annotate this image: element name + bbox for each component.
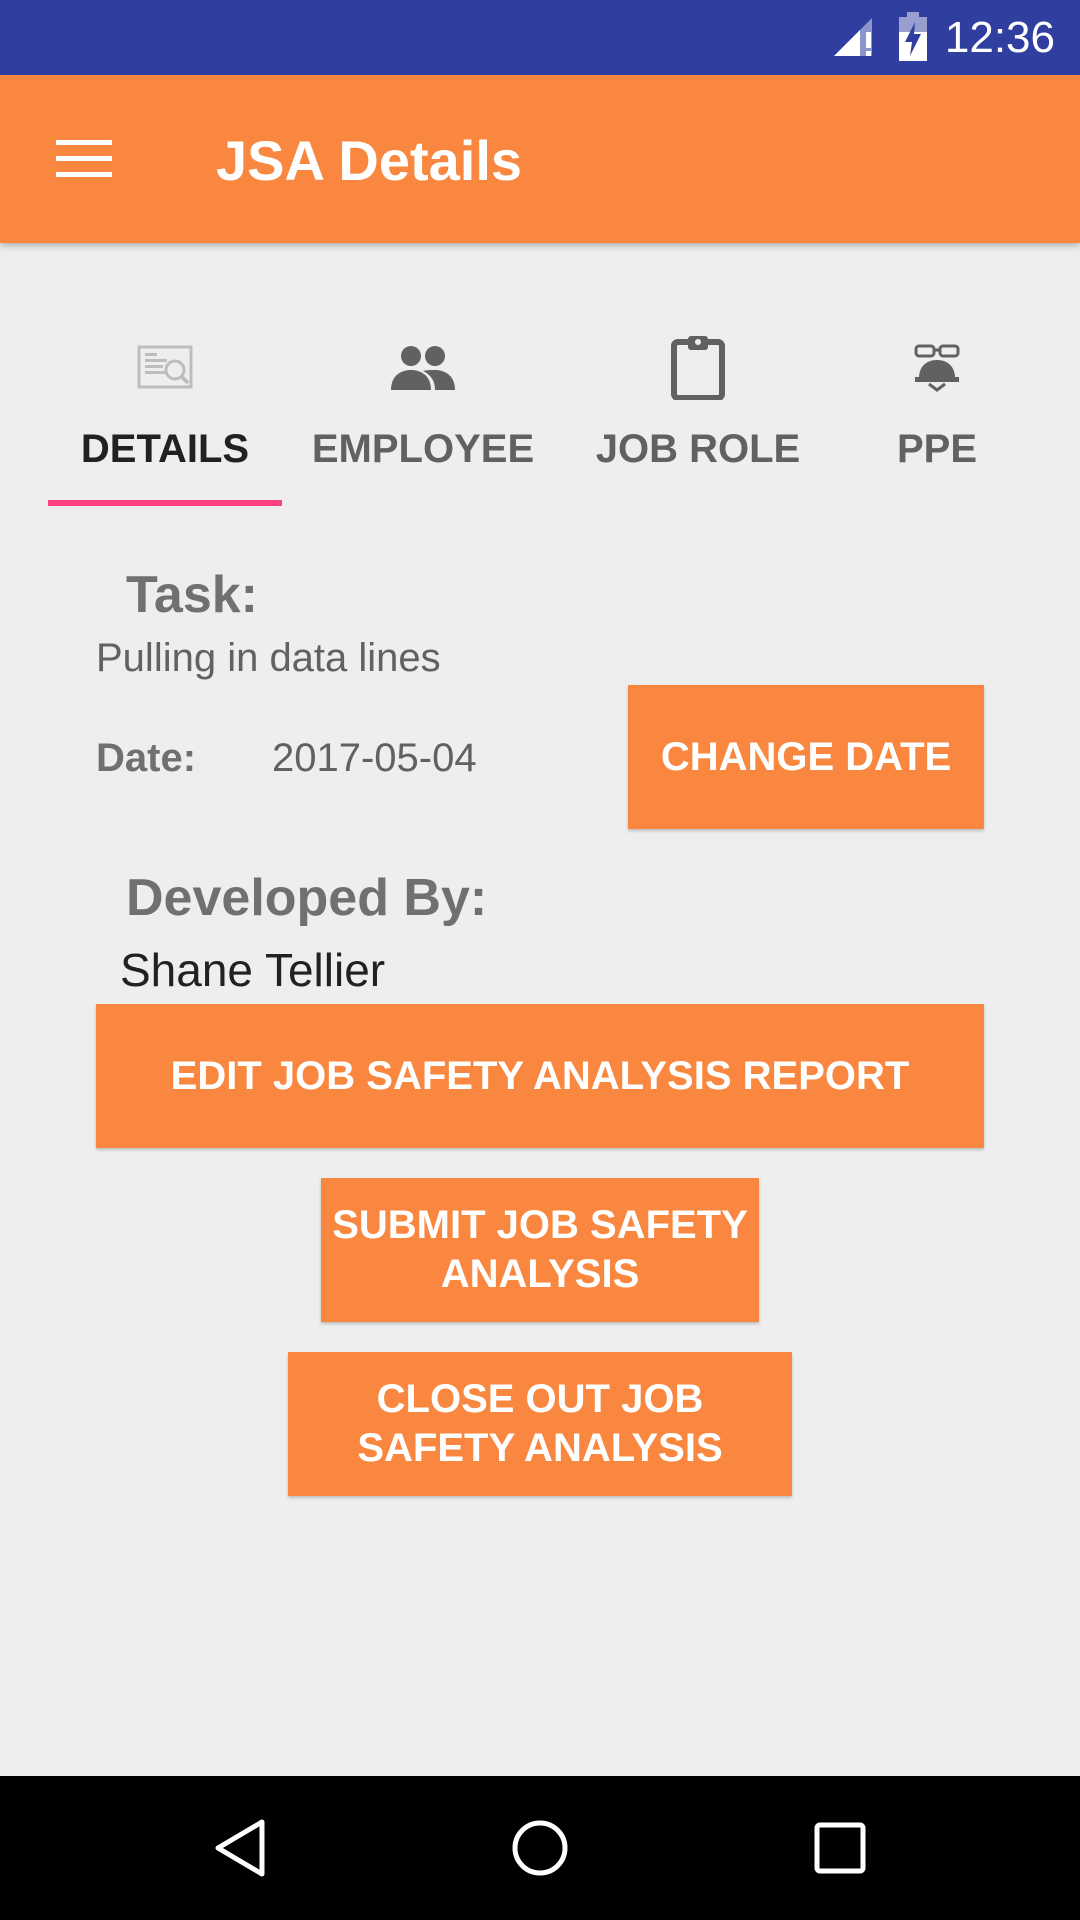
recents-button[interactable]: [790, 1806, 890, 1890]
tab-indicator: [48, 500, 282, 506]
date-label: Date:: [96, 736, 197, 780]
signal-icon: [834, 18, 872, 56]
back-icon: [215, 1819, 265, 1877]
tab-label: JOB ROLE: [595, 427, 801, 471]
developed-by-value: Shane Tellier: [120, 944, 386, 996]
tab-employee[interactable]: EMPLOYEE: [298, 300, 548, 506]
tab-label: EMPLOYEE: [311, 427, 535, 471]
app-bar: [0, 75, 1080, 243]
back-button[interactable]: [190, 1806, 290, 1890]
document-search-icon: [137, 345, 193, 389]
tab-label: PPE: [896, 427, 978, 471]
battery-icon: [899, 12, 927, 61]
page-title: JSA Details: [216, 129, 523, 192]
people-icon: [391, 346, 455, 390]
task-label: Task:: [126, 566, 258, 624]
change-date-button[interactable]: CHANGE DATE: [628, 685, 984, 829]
status-bar: 12:36: [0, 0, 1080, 75]
recents-icon: [814, 1822, 866, 1874]
hardhat-goggles-icon: [914, 344, 960, 392]
tab-label: DETAILS: [80, 427, 250, 471]
submit-jsa-button[interactable]: SUBMIT JOB SAFETY ANALYSIS: [321, 1178, 759, 1322]
home-button[interactable]: [490, 1806, 590, 1890]
menu-icon[interactable]: [56, 138, 112, 180]
developed-by-label: Developed By:: [126, 869, 488, 927]
task-value: Pulling in data lines: [96, 636, 441, 680]
edit-jsa-report-button[interactable]: EDIT JOB SAFETY ANALYSIS REPORT: [96, 1004, 984, 1148]
home-icon: [512, 1820, 568, 1876]
tab-details[interactable]: DETAILS: [40, 300, 290, 506]
tab-ppe[interactable]: PPE: [812, 300, 1062, 506]
clipboard-icon: [671, 336, 725, 400]
status-time: 12:36: [944, 13, 1055, 62]
close-out-jsa-button[interactable]: CLOSE OUT JOB SAFETY ANALYSIS: [288, 1352, 792, 1496]
tab-job-role[interactable]: JOB ROLE: [573, 300, 823, 506]
date-value: 2017-05-04: [272, 736, 477, 780]
